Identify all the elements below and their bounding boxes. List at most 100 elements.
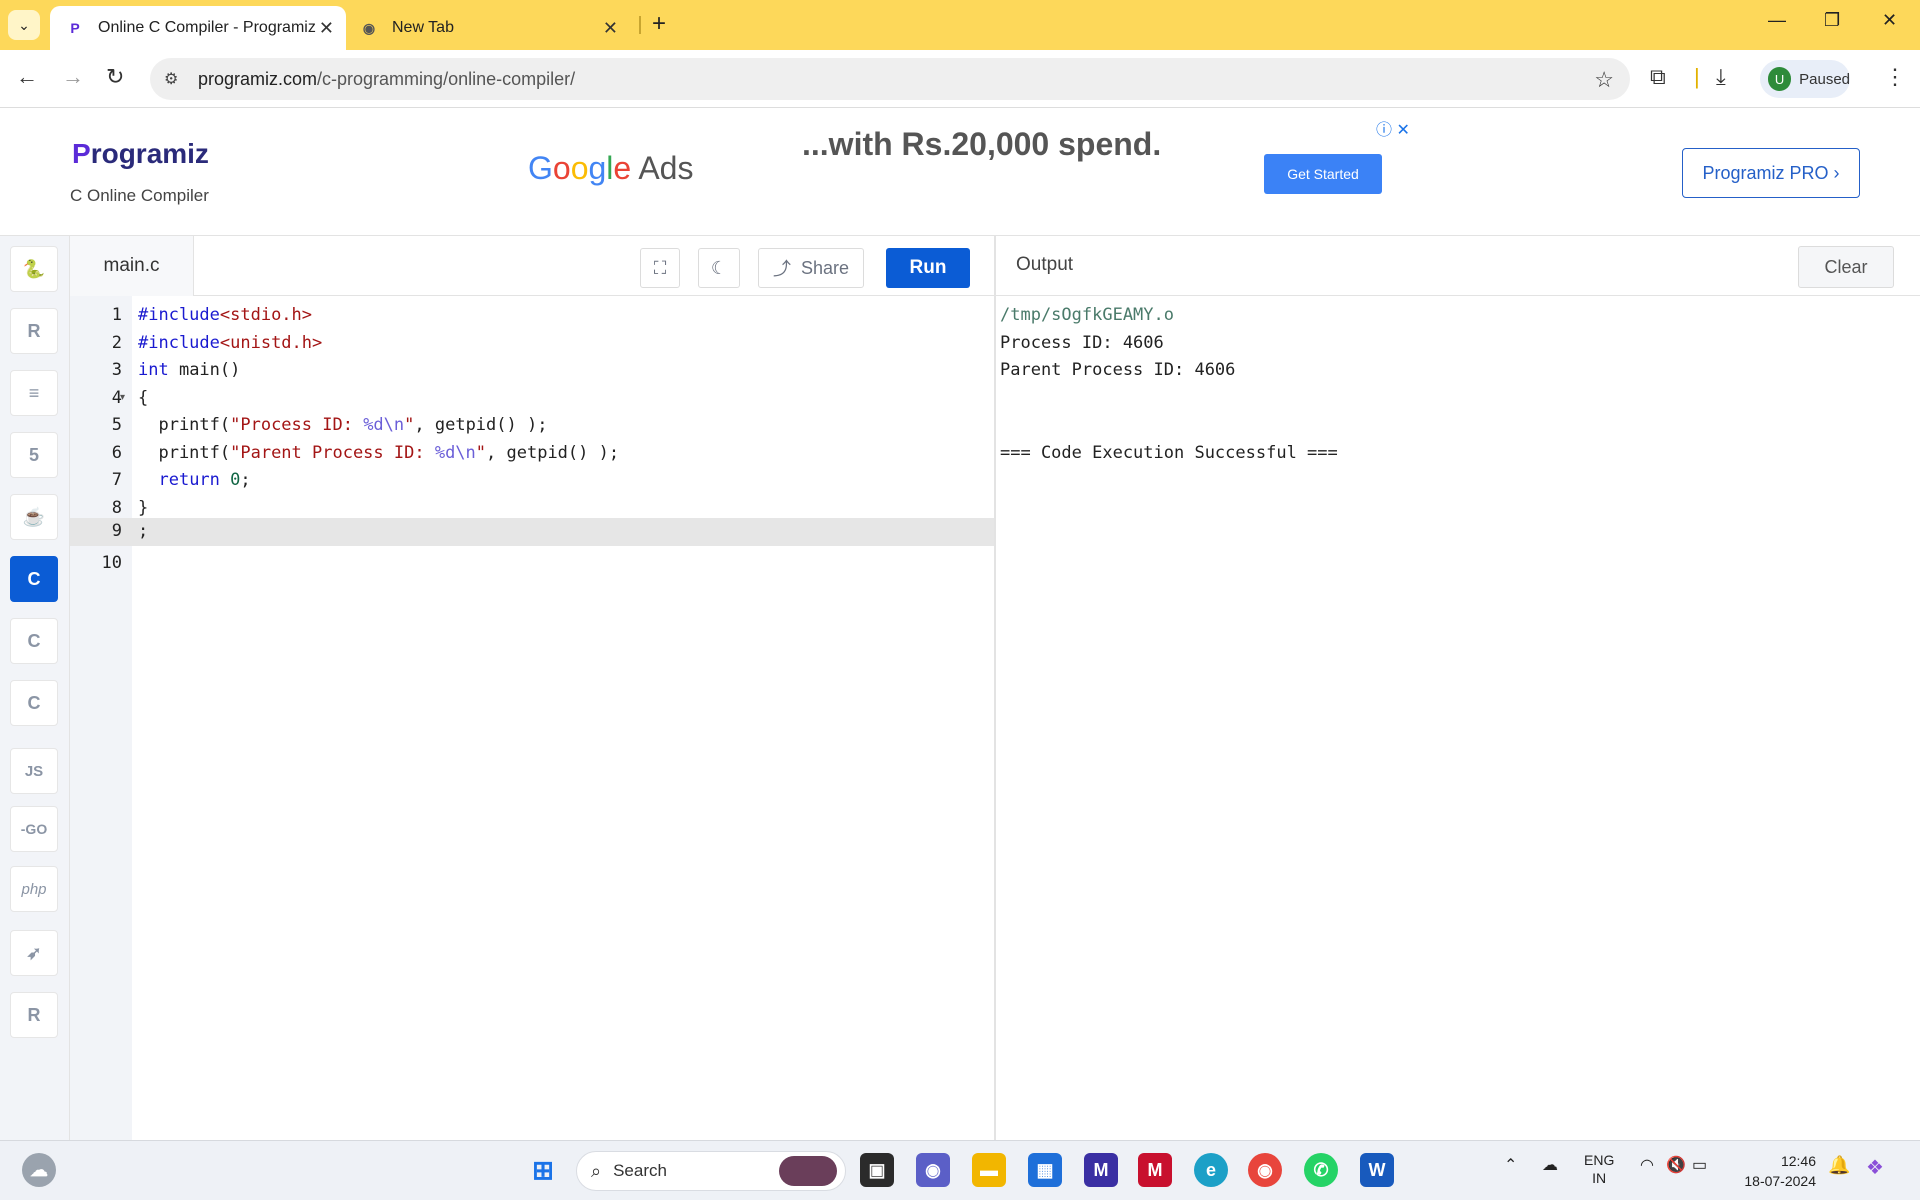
site-info-icon[interactable]: ⚙ [164,69,186,89]
whatsapp-icon[interactable]: ✆ [1304,1153,1338,1187]
output-header: Output Clear [996,236,1920,296]
ad-headline[interactable]: ...with Rs.20,000 spend. [802,126,1161,163]
chrome-icon[interactable]: ◉ [1248,1153,1282,1187]
code-line[interactable]: { [138,385,1000,413]
toolbar-separator: | [1694,64,1700,89]
output-line: Parent Process ID: 4606 [1000,360,1236,380]
teams-chat-icon[interactable]: ◉ [916,1153,950,1187]
profile-button[interactable]: U Paused [1760,60,1850,98]
input-language[interactable]: ENG IN [1584,1151,1614,1187]
bookmark-star-icon[interactable]: ☆ [1594,67,1614,93]
code-line[interactable]: int main() [138,357,1000,385]
tab-title: New Tab [392,19,454,36]
word-icon[interactable]: W [1360,1153,1394,1187]
swift-icon[interactable]: ➶ [10,930,58,976]
line-number: 10 [101,552,122,573]
code-line[interactable]: printf("Process ID: %d\n", getpid() ); [138,412,1000,440]
ad-info-close-icon[interactable]: ⓘ ✕ [1376,116,1410,140]
file-tab-main-c[interactable]: main.c [70,236,194,296]
chrome-menu-icon[interactable]: ⋮ [1884,64,1906,90]
forward-arrow-icon[interactable]: → [62,64,84,90]
chrome-favicon-icon: ◉ [362,19,376,36]
java-icon[interactable]: ☕ [10,494,58,540]
url-text[interactable]: programiz.com/c-programming/online-compi… [198,69,575,90]
back-arrow-icon[interactable]: ← [16,64,38,90]
tab-title: Online C Compiler - Programiz [98,19,316,36]
code-line-active[interactable]: ; [132,518,994,546]
line-number: 6 [111,442,122,463]
clear-button[interactable]: Clear [1798,246,1894,288]
windows-taskbar: ☁ ⊞ ⌕ Search ▣ ◉ ▬ ▦ M M e ◉ ✆ W ⌃ ☁ ENG… [0,1140,1920,1200]
code-editor[interactable]: #include<stdio.h> #include<unistd.h> int… [132,296,994,1140]
code-line[interactable]: return 0; [138,467,1000,495]
app-icon[interactable]: M [1084,1153,1118,1187]
battery-icon[interactable]: ▭ [1692,1155,1707,1175]
microsoft-store-icon[interactable]: ▦ [1028,1153,1062,1187]
fullscreen-icon[interactable]: ⛶ [640,248,680,288]
programiz-logo[interactable]: Programiz [72,138,209,170]
output-line: === Code Execution Successful === [1000,442,1338,463]
task-view-icon[interactable]: ▣ [860,1153,894,1187]
copilot-icon[interactable]: ❖ [1866,1155,1884,1180]
taskbar-search[interactable]: ⌕ Search [576,1151,846,1191]
output-console[interactable]: /tmp/sOgfkGEAMY.o Process ID: 4606 Paren… [996,296,1920,1140]
python-icon[interactable]: 🐍 [10,246,58,292]
share-button[interactable]: ⤴ Share [758,248,864,288]
php-icon[interactable]: php [10,866,58,912]
tab-separator [639,16,641,34]
close-tab-icon[interactable]: ✕ [319,18,334,39]
weather-widget-icon[interactable]: ☁ [22,1153,56,1187]
site-header: Programiz C Online Compiler Google Ads .… [0,108,1920,236]
tab-programiz[interactable]: P Online C Compiler - Programiz ✕ [50,6,346,50]
restore-icon[interactable]: ❐ [1824,10,1840,31]
downloads-icon[interactable]: ⤓ [1716,64,1726,90]
windows-start-icon[interactable]: ⊞ [526,1153,560,1187]
rust-icon[interactable]: R [10,992,58,1038]
volume-muted-icon[interactable]: 🔇 [1666,1155,1686,1175]
notification-bell-icon[interactable]: 🔔 [1828,1155,1850,1176]
code-line[interactable] [138,550,1000,578]
show-hidden-icons-chevron-icon[interactable]: ⌃ [1504,1155,1517,1175]
line-number-gutter: 1 2 3 4 ▾ 5 6 7 8 9 10 [70,296,132,1140]
dark-mode-moon-icon[interactable]: ☾ [698,248,740,288]
go-icon[interactable]: -GO [10,806,58,852]
close-tab-icon[interactable]: ✕ [603,18,618,39]
new-tab-plus-icon[interactable]: + [652,10,666,38]
tab-new-tab[interactable]: ◉ New Tab ✕ [350,6,630,50]
code-line[interactable]: printf("Parent Process ID: %d\n", getpid… [138,440,1000,468]
line-number: 7 [111,470,122,490]
sql-icon[interactable]: ≡ [10,370,58,416]
code-line[interactable]: #include<unistd.h> [138,330,1000,358]
html-icon[interactable]: 5 [10,432,58,478]
programiz-favicon-icon: P [70,20,80,36]
line-number: 2 [111,332,122,353]
tab-search-button[interactable]: ⌄ [8,10,40,40]
run-button[interactable]: Run [886,248,970,288]
programiz-pro-button[interactable]: Programiz PRO › [1682,148,1860,198]
wifi-icon[interactable]: ◠ [1640,1155,1654,1175]
minimize-icon[interactable]: — [1768,10,1786,31]
system-clock[interactable]: 12:46 18-07-2024 [1736,1151,1816,1191]
code-line[interactable]: #include<stdio.h> [138,302,1000,330]
address-bar[interactable]: ⚙ programiz.com/c-programming/online-com… [150,58,1630,100]
line-number: 9 [70,518,132,546]
browser-tab-strip: ⌄ P Online C Compiler - Programiz ✕ ◉ Ne… [0,0,1920,50]
edge-icon[interactable]: e [1194,1153,1228,1187]
javascript-icon[interactable]: JS [10,748,58,794]
mcafee-icon[interactable]: M [1138,1153,1172,1187]
page-subtitle: C Online Compiler [70,186,209,205]
file-explorer-icon[interactable]: ▬ [972,1153,1006,1187]
line-number: 1 [111,305,122,325]
onedrive-icon[interactable]: ☁ [1542,1155,1558,1175]
extensions-icon[interactable]: ⧉ [1650,64,1666,90]
search-icon: ⌕ [591,1160,602,1181]
close-window-icon[interactable]: ✕ [1882,10,1897,31]
cpp-icon[interactable]: C [10,618,58,664]
r-lang-icon[interactable]: R [10,308,58,354]
ad-get-started-button[interactable]: Get Started [1264,154,1382,194]
fold-arrow-icon[interactable]: ▾ [120,392,125,403]
csharp-icon[interactable]: C [10,680,58,726]
c-lang-icon[interactable]: C [10,556,58,602]
google-ads-logo[interactable]: Google Ads [528,150,693,187]
reload-icon[interactable]: ↻ [106,64,124,90]
